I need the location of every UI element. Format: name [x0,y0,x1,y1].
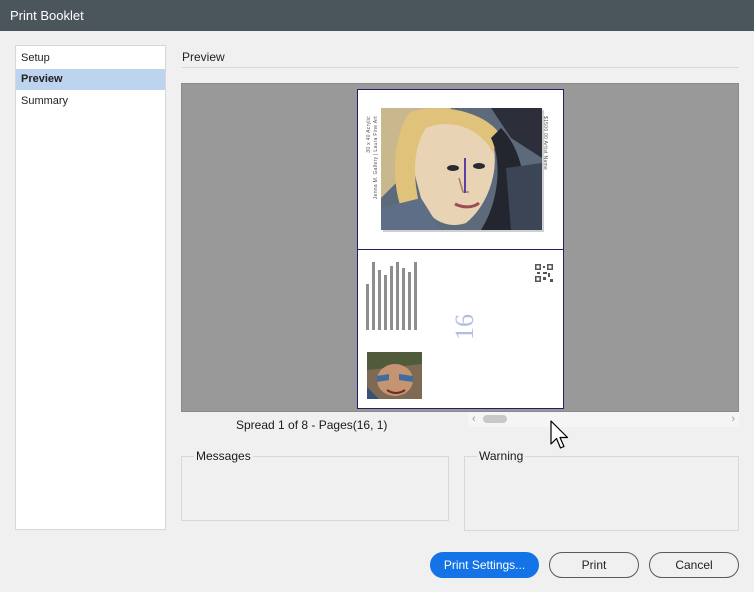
booklet-spread: 30 x 40 Acrylic Jenna M. Gallery | Laura… [357,89,564,409]
thumbnail-image [367,352,422,399]
scroll-right-icon[interactable]: › [731,412,735,427]
print-button[interactable]: Print [549,552,639,578]
text-lines-graphic [366,260,422,330]
scrollbar-thumb[interactable] [483,415,507,423]
sidebar-item-summary[interactable]: Summary [16,91,165,112]
cancel-button[interactable]: Cancel [649,552,739,578]
preview-area[interactable]: 30 x 40 Acrylic Jenna M. Gallery | Laura… [181,83,739,412]
section-title: Preview [182,50,225,64]
warning-label: Warning [477,449,526,463]
warning-group: Warning [464,449,739,531]
page-number: 16 [450,314,479,340]
messages-label: Messages [194,449,253,463]
print-settings-button[interactable]: Print Settings... [430,552,539,578]
sidebar-item-setup[interactable]: Setup [16,48,165,69]
horizontal-scrollbar[interactable]: ‹ › [468,412,739,427]
qr-code-icon [535,264,553,282]
caption-right: $1500.00 Artist Name [542,116,548,171]
mouse-cursor-icon [550,420,570,455]
caption-left-2: Jenna M. Gallery | Laura Fine Art [373,116,379,200]
messages-group: Messages [181,449,449,521]
scroll-left-icon[interactable]: ‹ [472,412,476,427]
title-bar: Print Booklet [0,0,754,31]
caption-left-1: 30 x 40 Acrylic [366,116,372,153]
spread-caption: Spread 1 of 8 - Pages(16, 1) [236,418,388,432]
page-divider [358,249,563,250]
window-title: Print Booklet [10,8,84,23]
sidebar: Setup Preview Summary [15,45,166,530]
section-divider [182,67,739,68]
sidebar-item-preview[interactable]: Preview [16,69,165,90]
painting-image [381,108,542,230]
